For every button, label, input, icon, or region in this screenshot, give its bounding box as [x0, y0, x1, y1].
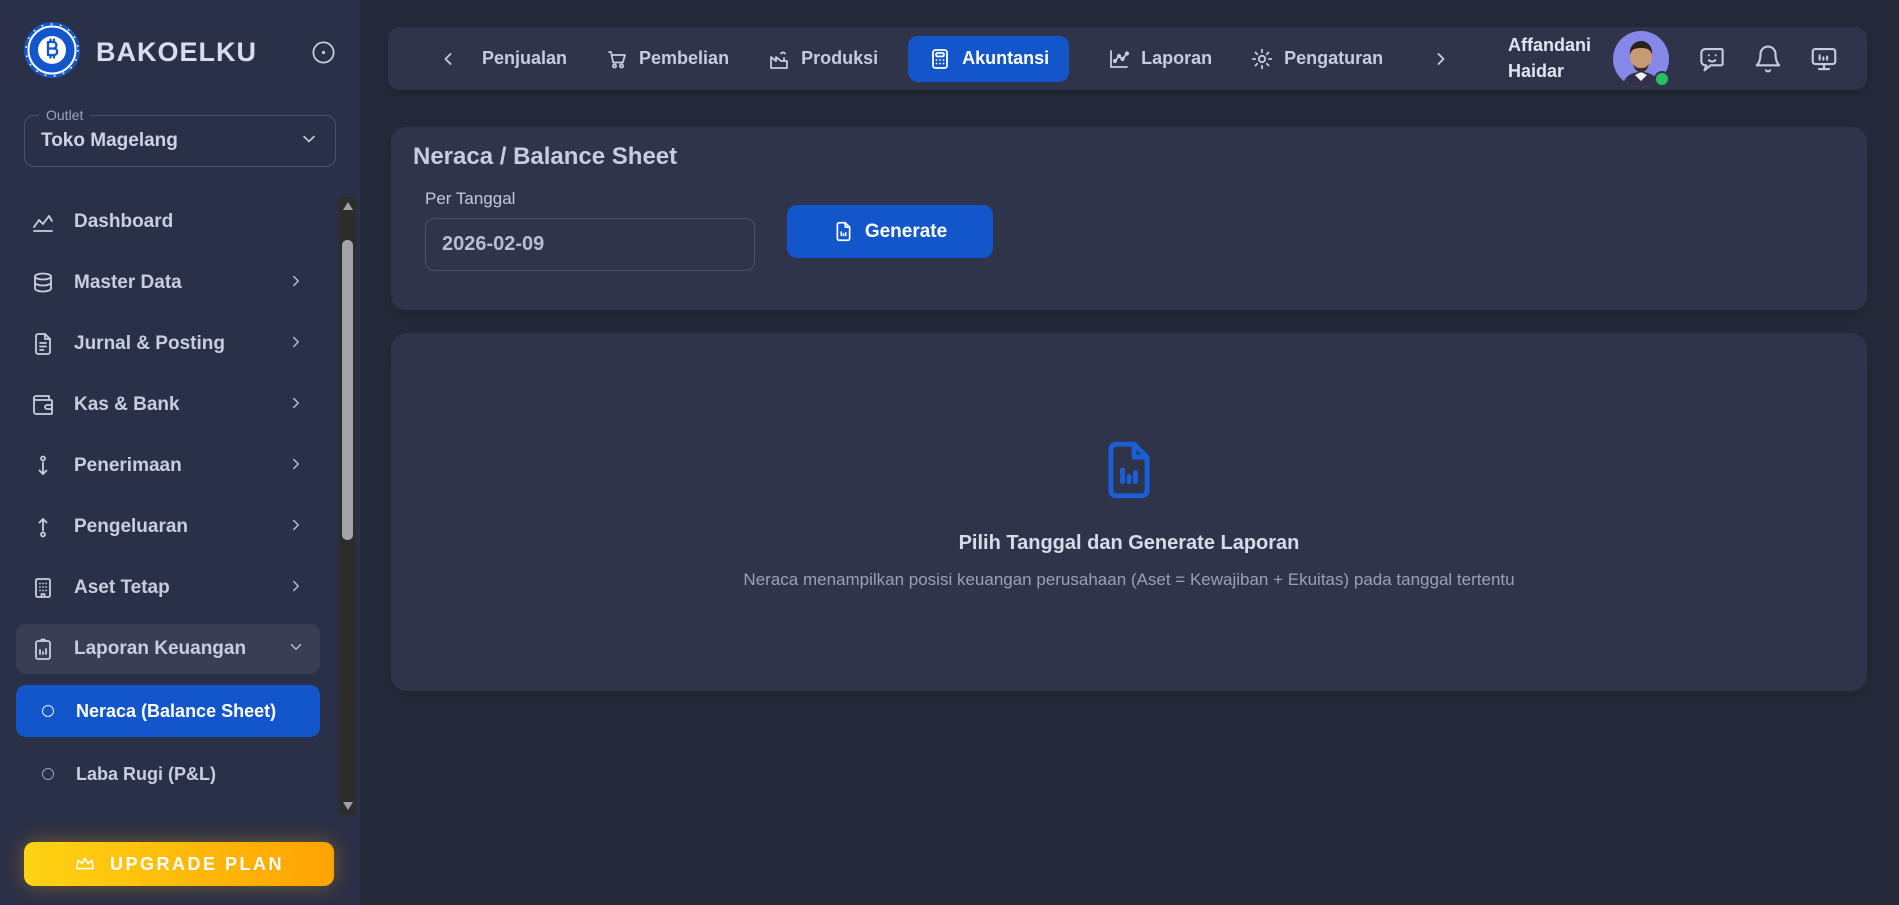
sidebar-subitem-label: Laba Rugi (P&L) [76, 764, 216, 785]
spend-arrow-icon [31, 515, 55, 539]
chat-feedback-icon[interactable] [1697, 44, 1727, 74]
tab-pembelian[interactable]: Pembelian [605, 47, 729, 71]
radio-bullet-icon [42, 768, 54, 780]
sidebar-item-label: Aset Tetap [74, 577, 170, 599]
page-title: Neraca / Balance Sheet [413, 143, 677, 171]
bell-icon[interactable] [1753, 44, 1783, 74]
balance-sheet-filter-card: Neraca / Balance Sheet Per Tanggal Gener… [391, 127, 1867, 310]
scroll-down-arrow-icon[interactable] [343, 802, 353, 810]
wallet-icon [31, 393, 55, 417]
outlet-select[interactable]: Outlet Toko Magelang [24, 115, 336, 167]
per-tanggal-date-input[interactable] [425, 218, 755, 271]
user-name-line1: Affandani [1508, 33, 1591, 58]
tabs-scroll-left-icon[interactable] [438, 49, 458, 69]
sidebar-collapse-icon[interactable] [308, 38, 338, 68]
financial-report-icon [31, 637, 55, 661]
chevron-right-icon [287, 577, 305, 600]
file-chart-icon [833, 221, 854, 242]
chevron-right-icon [287, 333, 305, 356]
sidebar-item-label: Jurnal & Posting [74, 333, 225, 355]
chevron-right-icon [287, 272, 305, 295]
tab-laporan[interactable]: Laporan [1107, 47, 1212, 71]
chevron-down-icon [287, 638, 305, 661]
date-label: Per Tanggal [425, 189, 515, 209]
sidebar-scrollbar-track[interactable] [339, 197, 356, 815]
tab-label: Produksi [801, 48, 878, 69]
outlet-value: Toko Magelang [41, 130, 178, 152]
tab-label: Pengaturan [1284, 48, 1383, 69]
avatar[interactable] [1613, 31, 1669, 87]
monitor-dashboard-icon[interactable] [1809, 44, 1839, 74]
scroll-up-arrow-icon[interactable] [343, 202, 353, 210]
empty-state-heading: Pilih Tanggal dan Generate Laporan [959, 532, 1300, 555]
online-status-dot [1654, 71, 1670, 87]
tab-label: Akuntansi [962, 48, 1049, 69]
tab-pengaturan[interactable]: Pengaturan [1250, 47, 1383, 71]
tab-label: Laporan [1141, 48, 1212, 69]
dashboard-icon [31, 210, 55, 234]
brand-header: BAKOELKU [0, 0, 360, 83]
tab-label: Penjualan [482, 48, 567, 69]
tab-penjualan[interactable]: Penjualan [482, 48, 567, 69]
upgrade-plan-label: UPGRADE PLAN [110, 854, 284, 875]
nav-icon-group [1697, 44, 1839, 74]
sidebar-item-label: Dashboard [74, 211, 173, 233]
brand-name: BAKOELKU [96, 37, 257, 68]
sidebar-subitem-laba-rugi[interactable]: Laba Rugi (P&L) [16, 748, 320, 800]
gear-icon [1250, 47, 1274, 71]
file-chart-icon [1098, 434, 1160, 506]
sidebar-subitem-neraca[interactable]: Neraca (Balance Sheet) [16, 685, 320, 737]
sidebar-item-pengeluaran[interactable]: Pengeluaran [16, 502, 320, 552]
sidebar-item-kas-bank[interactable]: Kas & Bank [16, 380, 320, 430]
brand-logo-coin-icon [24, 22, 80, 83]
generate-button[interactable]: Generate [787, 205, 993, 258]
tabs-scroll-right-icon[interactable] [1431, 49, 1451, 69]
report-chart-icon [1107, 47, 1131, 71]
cart-icon [605, 47, 629, 71]
receive-arrow-icon [31, 454, 55, 478]
tab-produksi[interactable]: Produksi [767, 47, 878, 71]
sidebar-item-jurnal-posting[interactable]: Jurnal & Posting [16, 319, 320, 369]
crown-icon [74, 853, 96, 875]
sidebar-menu: Dashboard Master Data Jurnal & Posting [0, 197, 338, 811]
sidebar-item-dashboard[interactable]: Dashboard [16, 197, 320, 247]
upgrade-plan-button[interactable]: UPGRADE PLAN [24, 842, 334, 886]
chevron-right-icon [287, 394, 305, 417]
sidebar-item-aset-tetap[interactable]: Aset Tetap [16, 563, 320, 613]
sidebar-item-label: Penerimaan [74, 455, 182, 477]
tab-label: Pembelian [639, 48, 729, 69]
sidebar-item-label: Laporan Keuangan [74, 638, 246, 660]
chevron-right-icon [287, 516, 305, 539]
tab-akuntansi[interactable]: Akuntansi [908, 36, 1069, 82]
top-navigation-bar: Penjualan Pembelian Produksi Akuntansi L [388, 27, 1867, 90]
outlet-label: Outlet [39, 107, 90, 123]
factory-icon [767, 47, 791, 71]
sidebar-subitem-label: Neraca (Balance Sheet) [76, 701, 276, 722]
sidebar-item-label: Pengeluaran [74, 516, 188, 538]
radio-bullet-icon [42, 705, 54, 717]
sidebar-item-master-data[interactable]: Master Data [16, 258, 320, 308]
app-root: BAKOELKU Outlet Toko Magelang Dashboard [0, 0, 1899, 905]
user-name-line2: Haidar [1508, 59, 1591, 84]
sidebar-item-label: Master Data [74, 272, 182, 294]
chevron-right-icon [287, 455, 305, 478]
empty-state-card: Pilih Tanggal dan Generate Laporan Nerac… [391, 333, 1867, 691]
chevron-down-icon [299, 129, 319, 154]
database-icon [31, 271, 55, 295]
sidebar-scrollbar-thumb[interactable] [342, 240, 353, 540]
sidebar: BAKOELKU Outlet Toko Magelang Dashboard [0, 0, 360, 905]
sidebar-item-laporan-keuangan[interactable]: Laporan Keuangan [16, 624, 320, 674]
fixed-asset-icon [31, 576, 55, 600]
user-name[interactable]: Affandani Haidar [1508, 33, 1591, 83]
empty-state-description: Neraca menampilkan posisi keuangan perus… [743, 570, 1514, 590]
sidebar-item-penerimaan[interactable]: Penerimaan [16, 441, 320, 491]
journal-icon [31, 332, 55, 356]
calculator-icon [928, 47, 952, 71]
sidebar-item-label: Kas & Bank [74, 394, 180, 416]
generate-button-label: Generate [865, 221, 947, 243]
